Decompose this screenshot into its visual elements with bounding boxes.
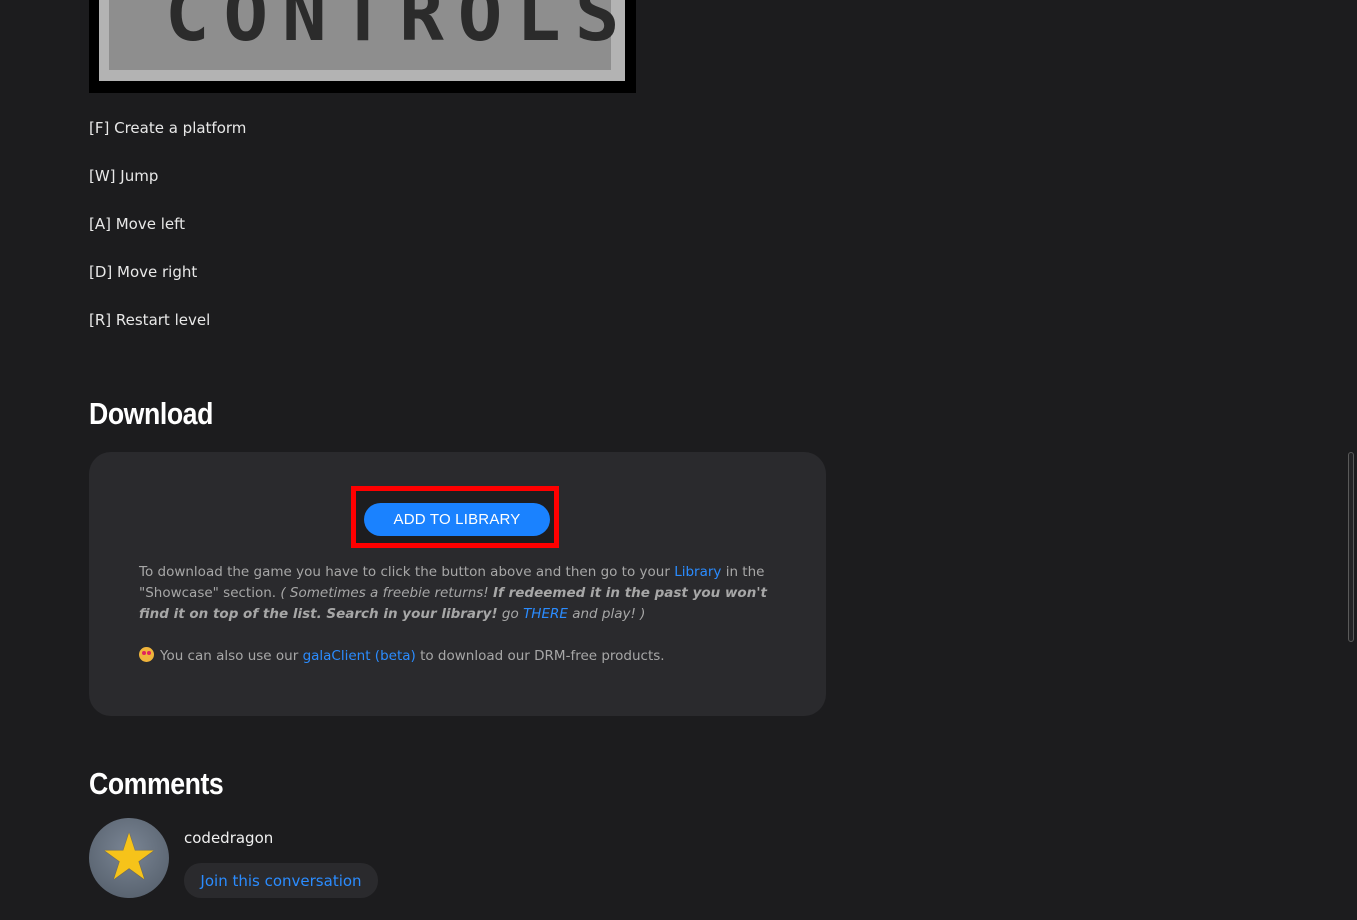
add-to-library-button[interactable]: ADD TO LIBRARY	[364, 503, 550, 536]
star-eyes-emoji-icon	[139, 647, 154, 662]
instructions-italic-1: ( Sometimes a freebie returns!	[280, 585, 493, 601]
download-panel: ADD TO LIBRARY To download the game you …	[89, 452, 826, 716]
control-item-f: [F] Create a platform	[89, 119, 247, 137]
comment-username: codedragon	[184, 829, 274, 847]
star-icon: ★	[100, 821, 158, 895]
controls-banner-image: CONTROLS	[89, 0, 636, 93]
avatar[interactable]: ★	[89, 818, 169, 898]
scrollbar-thumb[interactable]	[1348, 452, 1354, 642]
download-instructions: To download the game you have to click t…	[139, 562, 769, 625]
control-item-r: [R] Restart level	[89, 311, 211, 329]
control-item-d: [D] Move right	[89, 263, 198, 281]
instructions-italic-3: and play! )	[567, 606, 646, 622]
controls-list: [F] Create a platform [W] Jump [A] Move …	[89, 118, 246, 358]
client-text-1: You can also use our	[160, 648, 303, 664]
library-link[interactable]: Library	[674, 564, 721, 580]
instructions-italic-2: go	[497, 606, 524, 622]
banner-frame: CONTROLS	[99, 0, 625, 81]
galaclient-link[interactable]: galaClient (beta)	[303, 648, 416, 664]
banner-text: CONTROLS	[165, 0, 634, 58]
control-item-a: [A] Move left	[89, 215, 186, 233]
page: CONTROLS [F] Create a platform [W] Jump …	[0, 0, 1357, 920]
control-item-w: [W] Jump	[89, 167, 159, 185]
join-conversation-button[interactable]: Join this conversation	[184, 863, 378, 898]
galaclient-line: You can also use our galaClient (beta) t…	[139, 646, 769, 667]
comments-heading: Comments	[89, 766, 224, 801]
client-text-2: to download our DRM-free products.	[415, 648, 665, 664]
download-heading: Download	[89, 396, 213, 431]
there-link[interactable]: THERE	[523, 606, 568, 622]
instructions-text-1: To download the game you have to click t…	[139, 564, 675, 580]
banner-panel: CONTROLS	[109, 0, 634, 70]
